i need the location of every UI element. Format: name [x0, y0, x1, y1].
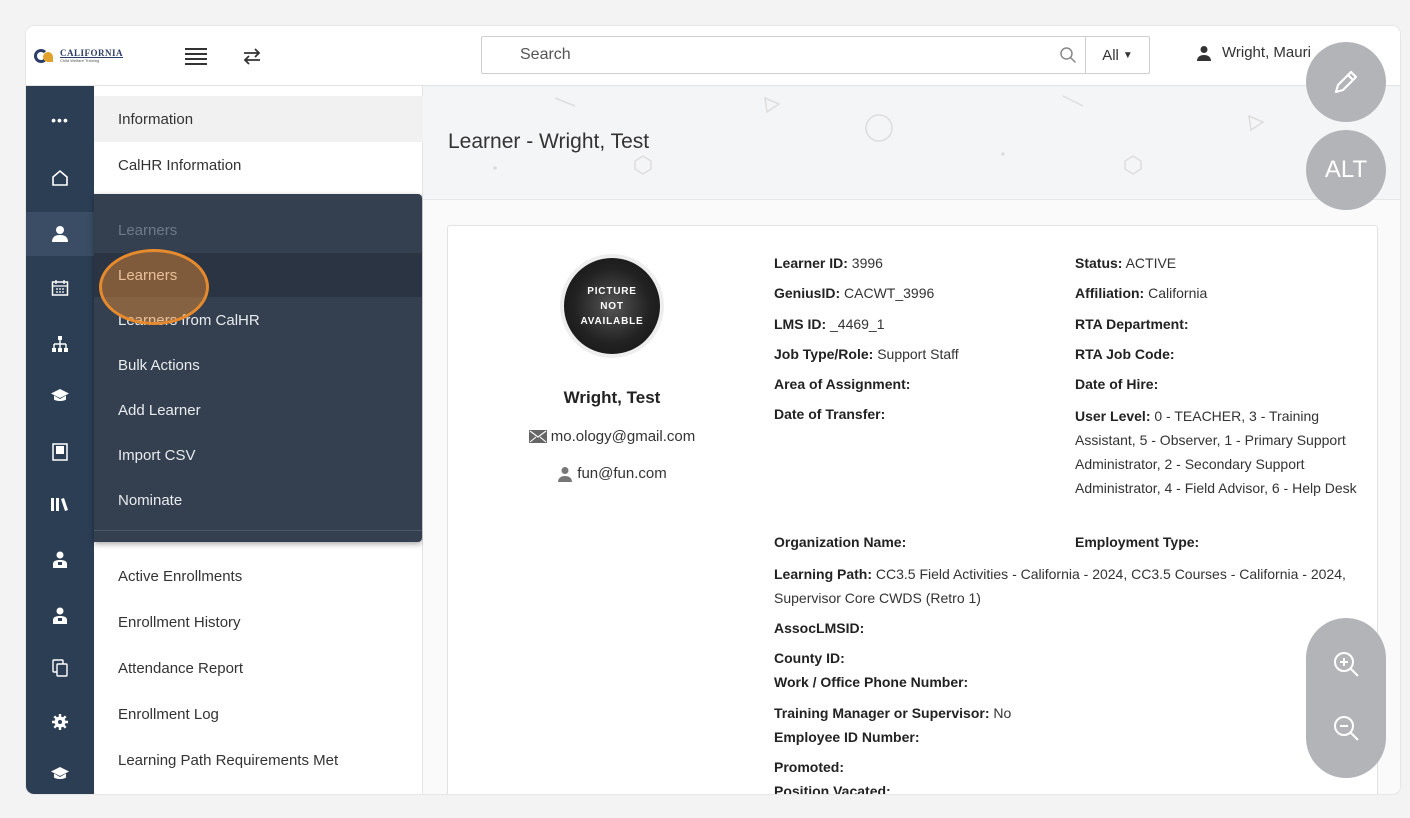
field-area-of-assignment: Area of Assignment:	[774, 376, 911, 392]
field-training-manager: Training Manager or Supervisor: No	[774, 705, 1012, 721]
calendar-icon[interactable]	[26, 266, 94, 310]
swap-icon[interactable]	[240, 44, 264, 68]
instructor-icon-2[interactable]	[26, 594, 94, 638]
icon-rail: •••	[26, 86, 94, 794]
org-chart-icon[interactable]	[26, 322, 94, 366]
zoom-in-button[interactable]	[1328, 646, 1364, 682]
submenu-item-information[interactable]: Information	[94, 96, 423, 142]
edit-button[interactable]	[1306, 42, 1386, 122]
pencil-icon	[1334, 70, 1358, 94]
search-input[interactable]	[482, 37, 1042, 73]
avatar-text-1: PICTURE	[587, 285, 637, 297]
flyout-item-bulk-actions[interactable]: Bulk Actions	[94, 343, 422, 387]
instructor-icon[interactable]	[26, 538, 94, 582]
page-banner: Learner - Wright, Test	[423, 86, 1400, 200]
field-county-id: County ID:	[774, 650, 845, 666]
field-job-type: Job Type/Role: Support Staff	[774, 346, 959, 362]
learner-email-row: mo.ology@gmail.com	[448, 428, 776, 445]
field-learner-id: Learner ID: 3996	[774, 255, 883, 271]
gear-icon[interactable]	[26, 700, 94, 744]
app-window: CALIFORNIA Child Welfare Training All ▼ …	[26, 26, 1400, 794]
field-date-of-transfer: Date of Transfer:	[774, 406, 886, 422]
page-title: Learner - Wright, Test	[448, 130, 650, 153]
menu-toggle-icon[interactable]	[184, 44, 208, 68]
submenu-item-active-enrollments[interactable]: Active Enrollments	[94, 553, 423, 599]
field-status: Status: ACTIVE	[1075, 255, 1177, 271]
user-icon	[1197, 45, 1211, 61]
field-employee-id: Employee ID Number:	[774, 729, 920, 745]
flyout-item-learners-from-calhr[interactable]: Learners from CalHR	[94, 298, 422, 342]
search-scope-dropdown[interactable]: All ▼	[1085, 36, 1150, 74]
submenu-item-calhr-information[interactable]: CalHR Information	[94, 142, 423, 188]
logo-title: CALIFORNIA	[60, 48, 124, 58]
envelope-icon	[528, 430, 547, 443]
zoom-out-icon	[1334, 716, 1359, 741]
flyout-header: Learners	[118, 221, 178, 239]
main-content: Learner - Wright, Test PICTURE NOT AVAIL…	[423, 86, 1400, 794]
field-organization-name: Organization Name:	[774, 534, 907, 550]
caret-down-icon: ▼	[1122, 49, 1133, 61]
field-promoted: Promoted:	[774, 759, 844, 775]
submenu-item-attendance-report[interactable]: Attendance Report	[94, 645, 423, 691]
flyout-item-add-learner[interactable]: Add Learner	[94, 388, 422, 432]
copy-icon[interactable]	[26, 646, 94, 690]
graduation-cap-icon[interactable]	[26, 374, 94, 418]
alt-button-label: ALT	[1324, 156, 1368, 183]
field-rta-job-code: RTA Job Code:	[1075, 346, 1175, 362]
field-genius-id: GeniusID: CACWT_3996	[774, 285, 935, 301]
field-user-level: User Level: 0 - TEACHER, 3 - Training As…	[1075, 408, 1357, 496]
field-rta-department: RTA Department:	[1075, 316, 1189, 332]
field-lms-id: LMS ID: _4469_1	[774, 316, 885, 332]
user-name: Wright, Mauri	[1222, 44, 1311, 61]
field-learning-path: Learning Path: CC3.5 Field Activities - …	[774, 566, 1346, 606]
submenu-item-enrollment-log[interactable]: Enrollment Log	[94, 691, 423, 737]
field-employment-type: Employment Type:	[1075, 534, 1200, 550]
field-date-of-hire: Date of Hire:	[1075, 376, 1159, 392]
avatar: PICTURE NOT AVAILABLE	[560, 254, 664, 358]
book-icon[interactable]	[26, 430, 94, 474]
flyout-item-import-csv[interactable]: Import CSV	[94, 433, 422, 477]
alt-button[interactable]: ALT	[1306, 130, 1386, 210]
submenu-item-enrollment-history[interactable]: Enrollment History	[94, 599, 423, 645]
flyout-item-nominate[interactable]: Nominate	[94, 478, 422, 522]
avatar-text-3: AVAILABLE	[580, 315, 644, 327]
zoom-in-icon	[1334, 652, 1359, 677]
user-icon	[558, 466, 573, 482]
more-icon[interactable]: •••	[26, 98, 94, 142]
top-bar: CALIFORNIA Child Welfare Training All ▼ …	[26, 26, 1400, 86]
learner-email[interactable]: mo.ology@gmail.com	[551, 428, 695, 445]
submenu-item-learning-path-requirements-met[interactable]: Learning Path Requirements Met	[94, 737, 423, 783]
zoom-controls	[1306, 618, 1386, 778]
learner-icon[interactable]	[26, 212, 94, 256]
flyout-item-learners[interactable]: Learners	[94, 253, 422, 297]
field-affiliation: Affiliation: California	[1075, 285, 1208, 301]
avatar-text-2: NOT	[600, 300, 624, 312]
learner-card: PICTURE NOT AVAILABLE Wright, Test mo.ol…	[447, 225, 1378, 794]
learners-flyout-menu: Learners Learners Learners from CalHR Bu…	[94, 194, 422, 542]
logo[interactable]: CALIFORNIA Child Welfare Training	[34, 46, 134, 66]
learner-username-row: fun@fun.com	[448, 465, 776, 482]
field-assoc-lmsid: AssocLMSID:	[774, 620, 865, 636]
flyout-divider	[94, 530, 422, 531]
field-work-phone: Work / Office Phone Number:	[774, 674, 969, 690]
logo-mark-icon	[34, 48, 56, 64]
learner-username: fun@fun.com	[577, 465, 667, 482]
search-box	[481, 36, 1086, 74]
graduation-cap-icon-2[interactable]	[26, 752, 94, 794]
logo-subtitle: Child Welfare Training	[60, 58, 100, 63]
zoom-out-button[interactable]	[1328, 710, 1364, 746]
user-menu[interactable]: Wright, Mauri	[1196, 44, 1311, 61]
search-scope-label: All	[1102, 46, 1119, 64]
learner-name: Wright, Test	[563, 388, 661, 407]
library-icon[interactable]	[26, 482, 94, 526]
search-icon[interactable]	[1059, 46, 1077, 64]
field-position-vacated: Position Vacated:	[774, 783, 891, 794]
home-icon[interactable]	[26, 156, 94, 200]
